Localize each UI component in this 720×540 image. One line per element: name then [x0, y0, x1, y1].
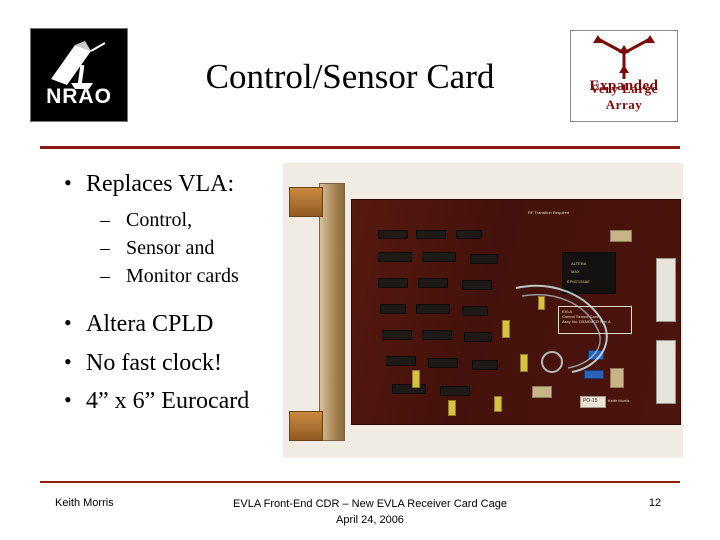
ic-component	[422, 330, 452, 340]
capacitor	[494, 396, 502, 412]
page-title: Control/Sensor Card	[205, 57, 495, 96]
backplane-connector-bottom	[656, 340, 676, 404]
chip-label-altera: ALTERA	[571, 261, 587, 266]
ic-component	[378, 230, 408, 239]
ic-component	[416, 304, 450, 314]
ic-component	[416, 230, 446, 239]
page-number: 12	[648, 497, 662, 509]
bullet-marker: •	[64, 387, 72, 413]
wire-bundle	[515, 284, 608, 373]
capacitor	[412, 370, 420, 388]
bullet-marker: •	[64, 348, 72, 374]
printed-circuit-board: RF Transition Required ALTERA MAX EPM712…	[351, 199, 681, 425]
silkscreen-top-note: RF Transition Required	[528, 210, 570, 215]
silkscreen-designer: Keith Morris	[608, 398, 630, 403]
radio-telescope-dish-icon	[51, 41, 106, 89]
bullet-marker: –	[100, 265, 110, 288]
ejector-handle-top	[289, 187, 323, 217]
ic-component	[428, 358, 458, 368]
ic-component	[392, 384, 426, 394]
ic-component	[462, 280, 492, 290]
bullet-text: Replaces VLA:	[86, 171, 235, 197]
bullet-text: Sensor and	[126, 237, 215, 260]
footer-event: EVLA Front-End CDR – New EVLA Receiver C…	[160, 497, 580, 529]
ic-component	[386, 356, 416, 366]
capacitor	[448, 400, 456, 416]
bullet-text: 4” x 6” Eurocard	[86, 388, 250, 415]
ic-component	[382, 330, 412, 340]
bullet-text: Altera CPLD	[86, 311, 214, 338]
evla-logo: Expanded Very Large Array	[570, 30, 678, 122]
connector-header	[532, 386, 552, 398]
ic-component	[472, 360, 498, 370]
capacitor	[502, 320, 510, 338]
slide: NRAO Expanded Very Large Array Control/S…	[0, 0, 720, 540]
ic-component	[378, 252, 412, 262]
title-divider	[40, 146, 680, 149]
bullet-text: Monitor cards	[126, 265, 239, 288]
nrao-logo-text: NRAO	[46, 85, 112, 108]
backplane-connector-top	[656, 258, 676, 322]
bullet-text: Control,	[126, 209, 193, 232]
ic-component	[380, 304, 406, 314]
footer-event-line2: April 24, 2006	[336, 513, 404, 526]
evla-logo-line2: Very Large Array	[590, 81, 658, 112]
footer-event-line1: EVLA Front-End CDR – New EVLA Receiver C…	[233, 498, 507, 510]
ic-component	[470, 254, 498, 264]
ic-component	[418, 278, 448, 288]
footer-author: Keith Morris	[55, 497, 114, 509]
ic-component	[422, 252, 456, 262]
connector-header	[610, 230, 632, 242]
ejector-handle-bottom	[289, 411, 323, 441]
ic-component	[440, 386, 470, 396]
nrao-logo-inner: NRAO	[31, 29, 127, 121]
ic-component	[462, 306, 488, 316]
bullet-marker: •	[64, 310, 72, 336]
footer-divider	[40, 481, 680, 483]
bullet-marker: •	[64, 170, 72, 195]
chip-label-max: MAX	[571, 269, 580, 274]
bullet-marker: –	[100, 209, 110, 232]
ic-component	[456, 230, 482, 239]
front-panel-rail	[319, 183, 345, 441]
y-array-antennas-icon	[593, 35, 655, 79]
nrao-logo: NRAO	[30, 28, 128, 122]
ic-component	[378, 278, 408, 288]
control-sensor-card-photo: RF Transition Required ALTERA MAX EPM712…	[283, 163, 683, 458]
bullet-marker: –	[100, 237, 110, 260]
bullet-text: No fast clock!	[86, 349, 222, 376]
ic-component	[464, 332, 492, 342]
inspection-tag: PO-15	[580, 396, 606, 408]
